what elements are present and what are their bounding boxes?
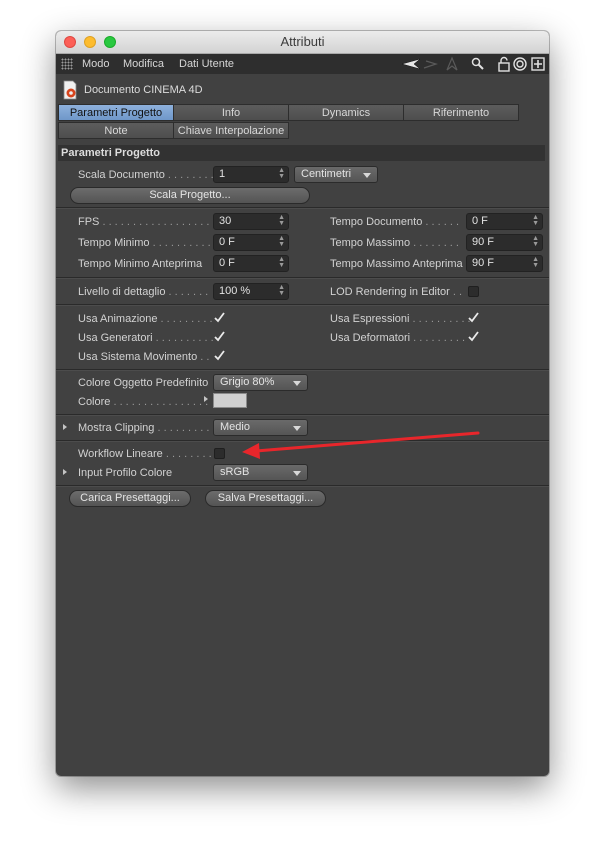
attributes-window: Attributi Modo Modifica Dati Utente Docu…: [56, 31, 549, 776]
annotation-arrow-icon: [242, 431, 480, 459]
